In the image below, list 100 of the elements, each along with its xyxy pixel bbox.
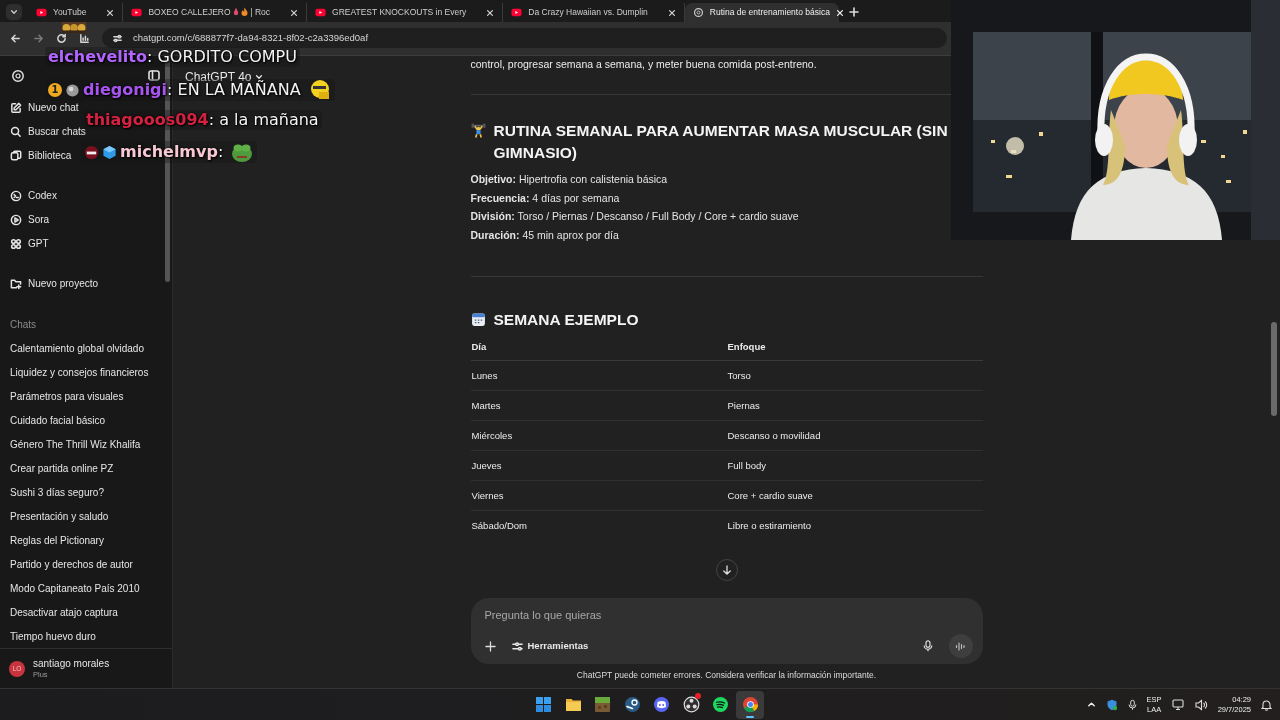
bell-icon[interactable] bbox=[1261, 698, 1272, 711]
chat-history-item[interactable]: Partido y derechos de autor bbox=[0, 552, 172, 577]
chat-history-item[interactable]: Calentamiento global olvidado bbox=[0, 336, 172, 361]
disclaimer-text: ChatGPT puede cometer errores. Considera verificar la información importante. bbox=[575, 669, 878, 682]
fire-icon bbox=[241, 7, 248, 17]
table-cell: Lunes bbox=[470, 360, 727, 391]
fact-line: Frecuencia: 4 días por semana bbox=[470, 190, 621, 206]
chat-history-item[interactable]: Liquidez y consejos financieros bbox=[0, 360, 172, 385]
calendar-icon bbox=[470, 311, 486, 327]
sidebar-item[interactable]: Buscar chats bbox=[10, 122, 86, 141]
chat-history-item[interactable]: Género The Thrill Wiz Khalifa bbox=[0, 432, 172, 457]
play-icon bbox=[315, 7, 327, 18]
voice-mode-button[interactable] bbox=[948, 634, 973, 658]
microphone-icon[interactable] bbox=[1127, 698, 1137, 711]
tricolor-circle-icon bbox=[741, 696, 759, 713]
message-composer[interactable]: Pregunta lo que quieras Herramientas bbox=[470, 598, 983, 664]
sidebar-item[interactable]: Nuevo proyecto bbox=[10, 274, 99, 293]
folder-plus-icon bbox=[10, 277, 22, 290]
tab-title: Rutina de entrenamiento básica bbox=[709, 6, 830, 19]
circle-dot-icon bbox=[623, 696, 641, 713]
play-icon bbox=[36, 7, 47, 18]
chat-history-item[interactable]: Modo Capitaneato País 2010 bbox=[0, 576, 172, 601]
tab-title: GREATEST KNOCKOUTS in Every bbox=[332, 6, 467, 19]
sidebar-item[interactable]: Sora bbox=[10, 210, 50, 229]
play-circle-icon bbox=[10, 213, 22, 226]
sidebar-item[interactable]: Biblioteca bbox=[10, 146, 72, 165]
table-cell: Viernes bbox=[470, 480, 727, 511]
fact-line: División: Torso / Piernas / Descanso / Full Body / Core + cardio suave bbox=[470, 209, 800, 225]
chat-history-item[interactable]: Crear partida online PZ bbox=[0, 456, 172, 481]
table-cell: Descanso o movilidad bbox=[726, 420, 983, 451]
scrollbar-thumb[interactable] bbox=[1271, 321, 1277, 416]
grass-block-icon bbox=[594, 696, 612, 713]
column-header: Enfoque bbox=[726, 334, 983, 361]
sidebar-toggle-icon[interactable] bbox=[148, 70, 160, 82]
down-arrow-icon bbox=[721, 564, 732, 575]
waveform-icon bbox=[955, 641, 966, 651]
sliders-icon bbox=[511, 640, 523, 652]
caret-icon bbox=[255, 72, 264, 81]
tab-search-button[interactable] bbox=[6, 4, 22, 20]
network-icon[interactable] bbox=[1171, 698, 1185, 711]
folder-icon bbox=[564, 696, 582, 713]
close-icon[interactable] bbox=[486, 8, 495, 17]
url-text: chatgpt.com/c/688877f7-da94-8321-8f02-c2a3396ed0af bbox=[133, 31, 369, 46]
reload-icon[interactable] bbox=[56, 32, 67, 44]
images-icon bbox=[10, 149, 22, 162]
four-squares-icon bbox=[535, 696, 553, 713]
chat-history-item[interactable]: Cuidado facial básico bbox=[0, 408, 172, 433]
sound-arcs-icon bbox=[712, 696, 730, 713]
back-arrow-icon[interactable] bbox=[10, 32, 21, 44]
chat-history-item[interactable]: Presentación y saludo bbox=[0, 504, 172, 529]
table-cell: Sábado/Dom bbox=[470, 510, 727, 541]
sidebar-item[interactable]: GPT bbox=[10, 234, 49, 253]
scroll-down-button[interactable] bbox=[715, 558, 738, 581]
forward-arrow-icon[interactable] bbox=[33, 32, 44, 44]
orb-badge-icon bbox=[65, 82, 80, 98]
close-icon[interactable] bbox=[667, 8, 676, 17]
chat-history-item[interactable]: Parámetros para visuales bbox=[0, 384, 172, 409]
grid-icon bbox=[10, 237, 22, 250]
chat-message: elchevelito: GORDITO COMPU bbox=[48, 47, 297, 67]
chat-history-item[interactable]: Sushi 3 días seguro? bbox=[0, 480, 172, 505]
fact-line: Objetivo: Hipertrofia con calistenia básica bbox=[470, 171, 669, 187]
address-bar[interactable]: chatgpt.com/c/688877f7-da94-8321-8f02-c2a3396ed0af bbox=[102, 28, 947, 49]
table-cell: Full body bbox=[726, 450, 983, 481]
user-name[interactable]: santiago morales bbox=[33, 657, 110, 670]
terminal-circle-icon bbox=[10, 189, 22, 202]
section-heading: RUTINA SEMANAL PARA AUMENTAR MASA MUSCULAR (SIN GIMNASIO) bbox=[493, 120, 949, 163]
table-cell: Piernas bbox=[726, 390, 983, 421]
tools-button[interactable]: Herramientas bbox=[511, 638, 589, 654]
chat-history-item[interactable]: Desactivar atajo captura bbox=[0, 600, 172, 625]
chat-history-item[interactable]: Tiempo huevo duro bbox=[0, 624, 172, 649]
chat-history-item[interactable]: Reglas del Pictionary bbox=[0, 528, 172, 553]
close-icon[interactable] bbox=[106, 8, 115, 17]
search-icon bbox=[10, 125, 22, 138]
sidebar-item[interactable]: Nuevo chat bbox=[10, 98, 79, 117]
chat-message: diegonigi: EN LA MAÑANA bbox=[83, 80, 301, 100]
play-icon bbox=[511, 7, 523, 18]
close-icon[interactable] bbox=[290, 8, 299, 17]
plus-icon[interactable] bbox=[484, 640, 496, 652]
sidebar-item[interactable]: Codex bbox=[10, 186, 57, 205]
speaker-icon[interactable] bbox=[1194, 698, 1208, 711]
tab-title: YouTube bbox=[53, 6, 87, 19]
dots-bubble-icon bbox=[653, 696, 671, 713]
chart-bars-icon[interactable] bbox=[79, 32, 90, 44]
site-info-icon[interactable] bbox=[112, 32, 123, 44]
microphone-icon[interactable] bbox=[922, 640, 933, 652]
tab-title: Da Crazy Hawaiian vs. Dumplin bbox=[528, 6, 648, 19]
chat-message: thiagooos094: a la mañana bbox=[86, 110, 319, 130]
section-heading: SEMANA EJEMPLO bbox=[493, 309, 639, 330]
table-cell: Martes bbox=[470, 390, 727, 421]
table-cell: Libre o estiramiento bbox=[726, 510, 983, 541]
taskbar-button[interactable] bbox=[736, 690, 765, 719]
add-tab-icon[interactable] bbox=[848, 7, 859, 17]
weightlifter-icon bbox=[470, 122, 486, 138]
column-header: Día bbox=[470, 334, 727, 361]
fact-line: Duración: 45 min aprox por día bbox=[470, 228, 620, 244]
shield-icon[interactable] bbox=[1105, 698, 1118, 711]
compose-icon bbox=[10, 101, 22, 114]
mask-badge-icon bbox=[84, 144, 99, 160]
chevron-up-icon[interactable] bbox=[1086, 700, 1096, 709]
chat-message: michelmvp: bbox=[120, 142, 224, 162]
